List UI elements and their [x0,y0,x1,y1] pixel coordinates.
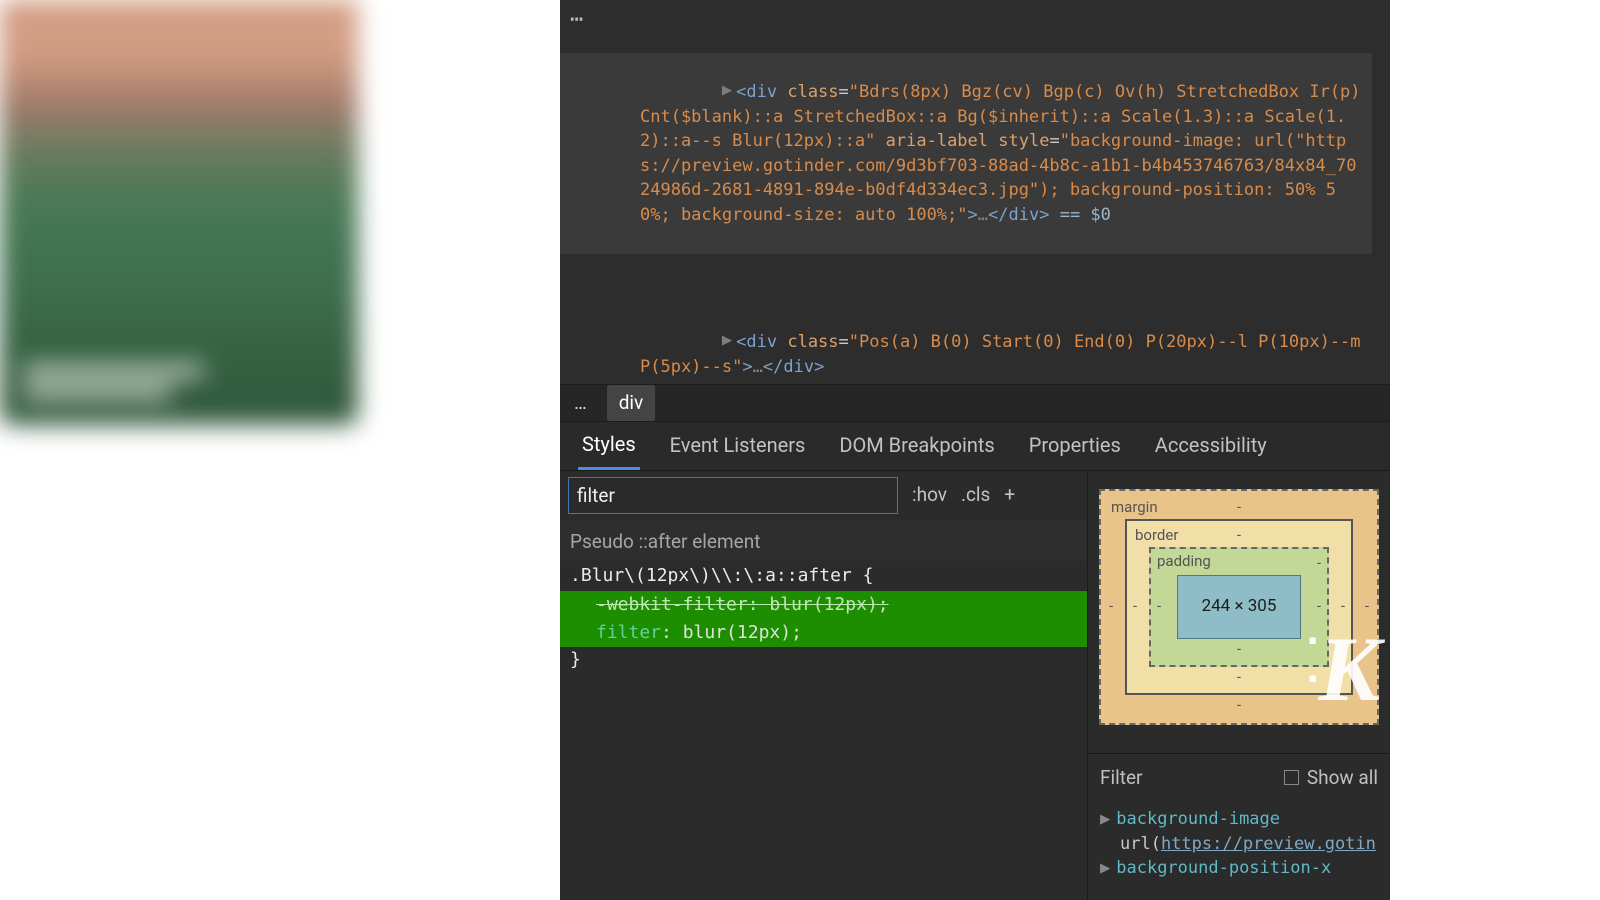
css-rule-selector[interactable]: .Blur\(12px\)\\:\:a::after { [560,561,1087,591]
computed-url-link[interactable]: https://preview.gotin [1161,834,1376,854]
computed-properties-list[interactable]: ▶background-image url(https://preview.go… [1088,801,1390,891]
box-border-label: border [1135,525,1178,547]
devtools-panel: ⋯ ▶<div class="Bdrs(8px) Bgz(cv) Bgp(c) … [560,0,1390,900]
tab-properties[interactable]: Properties [1025,423,1125,468]
dom-node[interactable]: ▶<div class="Pos(a) B(0) Start(0) End(0)… [560,304,1372,384]
cls-toggle[interactable]: .cls [961,481,990,509]
tab-accessibility[interactable]: Accessibility [1151,423,1271,468]
tab-event-listeners[interactable]: Event Listeners [666,423,810,468]
breadcrumb[interactable]: … div [560,384,1390,422]
new-rule-button[interactable]: + [1004,481,1015,509]
breadcrumb-ellipsis[interactable]: … [574,389,587,417]
tab-dom-breakpoints[interactable]: DOM Breakpoints [835,423,998,468]
computed-prop-background-position-x[interactable]: ▶background-position-x [1100,856,1378,881]
box-padding-label: padding [1157,551,1211,573]
breadcrumb-current[interactable]: div [607,385,656,421]
box-content-dimensions: 244 × 305 [1177,575,1301,639]
styles-filter-input[interactable] [568,477,898,514]
computed-filter-placeholder[interactable]: Filter [1100,764,1142,792]
elements-dom-tree[interactable]: ⋯ ▶<div class="Bdrs(8px) Bgz(cv) Bgp(c) … [560,0,1390,384]
expand-triangle-icon[interactable]: ▶ [722,78,732,103]
expand-triangle-icon[interactable]: ▶ [1100,858,1110,878]
expand-triangle-icon[interactable]: ▶ [722,328,732,353]
blurred-profile-card [0,0,358,425]
expand-triangle-icon[interactable]: ▶ [1100,809,1110,829]
dom-toolbar-more-icon[interactable]: ⋯ [570,4,585,36]
show-all-toggle[interactable]: Show all [1284,764,1378,792]
css-declaration-webkit-filter[interactable]: -webkit-filter: blur(12px); [560,591,1087,619]
box-margin-label: margin [1111,497,1158,519]
styles-tabs: Styles Event Listeners DOM Breakpoints P… [560,422,1390,471]
card-text-placeholder-1 [22,365,204,377]
computed-prop-value: url(https://preview.gotin [1100,832,1378,857]
css-rule-close: } [560,647,1087,673]
tab-styles[interactable]: Styles [578,422,640,470]
card-text-placeholder-2 [22,387,172,399]
pseudo-section-header: Pseudo ::after element [560,520,1087,562]
css-declaration-filter[interactable]: filter: blur(12px); [560,619,1087,647]
computed-prop-background-image[interactable]: ▶background-image [1100,807,1378,832]
styles-rules-pane: :hov .cls + Pseudo ::after element .Blur… [560,471,1088,900]
dom-node-selected[interactable]: ▶<div class="Bdrs(8px) Bgz(cv) Bgp(c) Ov… [560,53,1372,254]
hov-toggle[interactable]: :hov [912,481,947,509]
box-model-diagram[interactable]: margin - - - - border - - - - padding - [1088,471,1390,753]
checkbox-icon[interactable] [1284,770,1299,785]
